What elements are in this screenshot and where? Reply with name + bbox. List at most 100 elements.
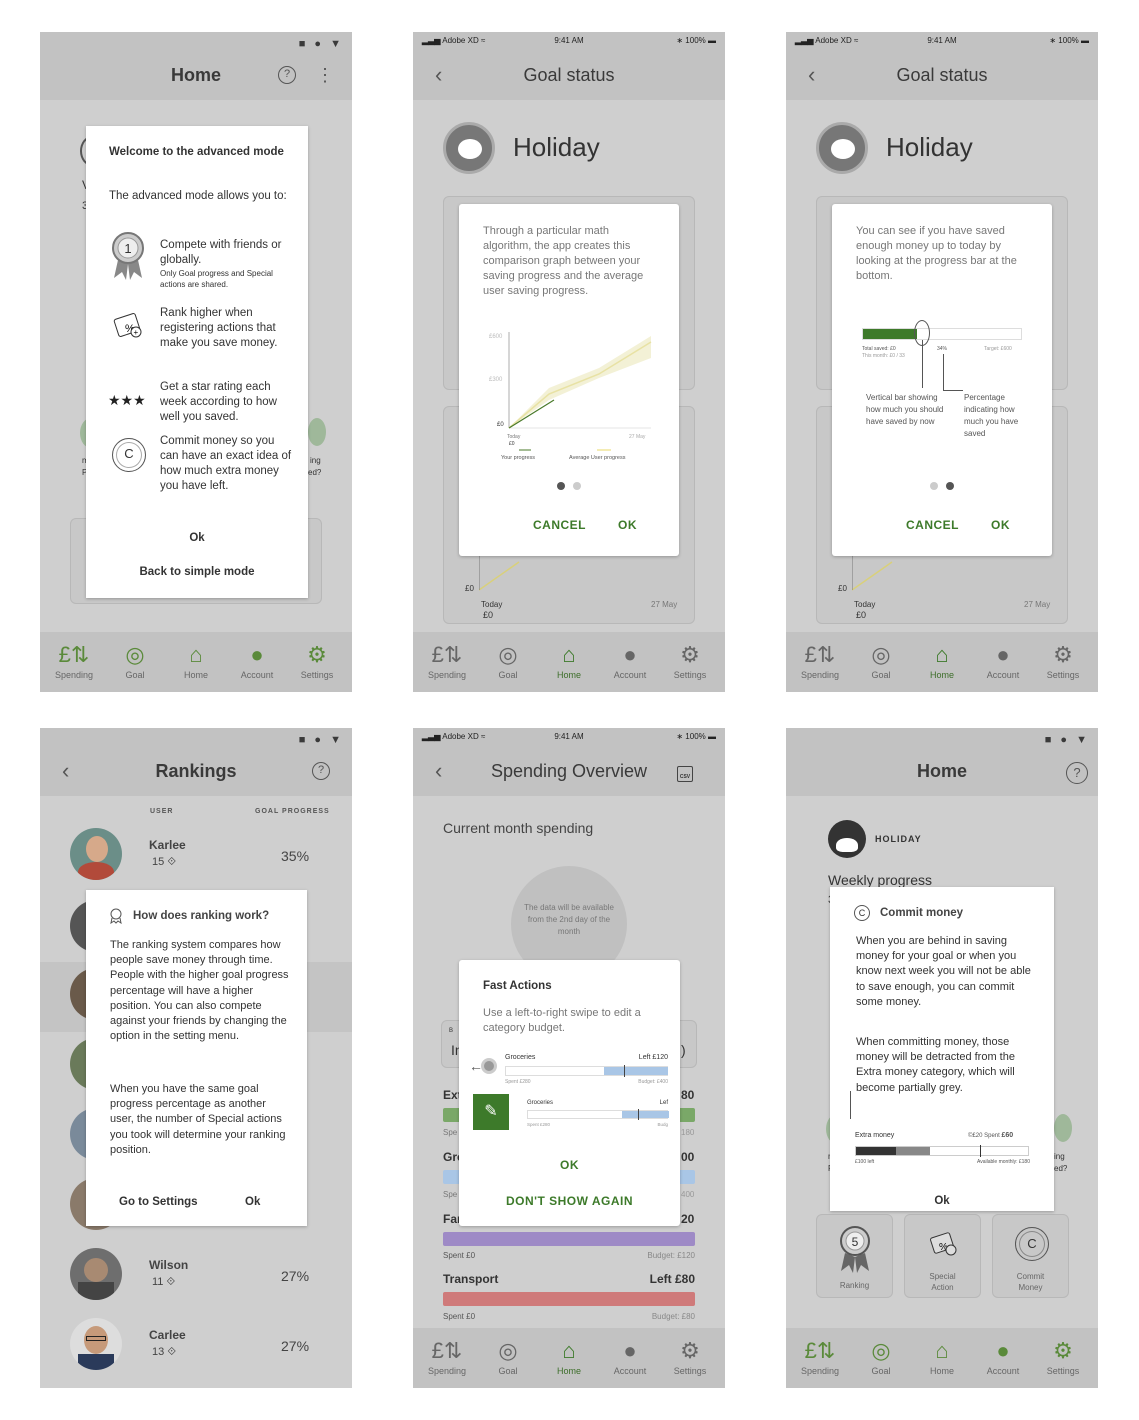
pound-icon: £⇅ [431,1338,463,1363]
more-menu-icon[interactable]: ⋮ [316,66,334,84]
budget-label: Budg [657,1122,668,1127]
commit-icon: C [1015,1227,1049,1261]
nav-spending[interactable]: £⇅ Spending [790,640,850,680]
header: ▂▃▅ Adobe XD ≈ 9:41 AM ∗ 100% ▬ ‹ Goal s… [413,32,725,100]
nav-account[interactable]: ● Account [973,640,1033,680]
table-row[interactable]: Karlee 15 ⟐ 35% [40,826,352,896]
nav-spending[interactable]: £⇅ Spending [417,640,477,680]
category-label: Groceries [505,1054,536,1061]
user-name: Carlee [149,1328,186,1342]
nav-settings[interactable]: ⚙ Settings [1033,1336,1093,1376]
ok-button[interactable]: Ok [830,1195,1054,1207]
category-bar[interactable] [443,1232,695,1246]
total-saved-label: Total saved: £0 [862,346,896,352]
nav-home[interactable]: ⌂ Home [912,640,972,680]
user-name: Karlee [149,838,186,852]
extra-money-bar[interactable] [855,1145,1029,1157]
no-data-text: The data will be available from the 2nd … [524,903,614,936]
ok-button[interactable]: Ok [245,1196,260,1208]
ok-button[interactable]: Ok [86,532,308,544]
nav-spending[interactable]: £⇅ Spending [44,640,104,680]
ok-button[interactable]: OK [618,518,637,532]
bg-text: B [449,1028,454,1034]
modal-heading: Welcome to the advanced mode [109,146,284,158]
person-icon: ● [623,1338,637,1363]
bottom-nav: £⇅ Spending ◎ Goal ⌂ Home ● Account ⚙ Setting… [786,632,1098,692]
comparison-chart: £600 £300 £0 Today £0 27 May Your progre… [489,332,652,461]
svg-text:5: 5 [852,1235,859,1249]
nav-home[interactable]: ⌂ Home [912,1336,972,1376]
nav-account[interactable]: ● Account [227,640,287,680]
gear-icon: ⚙ [307,642,327,667]
special-action-card[interactable]: % Special Action [904,1214,981,1298]
category-bar[interactable] [505,1065,668,1077]
dont-show-again-button[interactable]: DON'T SHOW AGAIN [459,1194,680,1208]
medal-icon: 5 [840,1226,870,1273]
nav-goal[interactable]: ◎ Goal [478,1336,538,1376]
category-bar[interactable] [527,1109,669,1120]
bg-text: ed? [1054,1164,1068,1173]
percentage-label: Percentage indicating how much you have … [964,393,1019,438]
table-row[interactable]: Wilson 11 ⟐ 27% [40,1246,352,1316]
target-icon: ◎ [498,642,518,667]
phone-rankings: ■ ● ▼ ‹ Rankings ? USER GOAL PROGRESS Ka… [40,728,352,1388]
pound-icon: £⇅ [804,642,836,667]
nav-settings[interactable]: ⚙ Settings [1033,640,1093,680]
feature-note: Only Goal progress and Special actions a… [160,269,273,289]
table-row[interactable]: Carlee 13 ⟐ 27% [40,1316,352,1386]
ranking-card[interactable]: 5 Ranking [816,1214,893,1298]
card-label: Ranking [839,1281,870,1290]
available-label: Available monthly: £180 [977,1159,1030,1165]
nav-settings[interactable]: ⚙ Settings [660,640,720,680]
page-title: Rankings [155,761,237,781]
nav-goal[interactable]: ◎ Goal [105,640,165,680]
nav-account[interactable]: ● Account [973,1336,1033,1376]
nav-account[interactable]: ● Account [600,640,660,680]
cancel-button[interactable]: CANCEL [906,518,959,532]
spent-label: Spent £0 [443,1251,476,1260]
nav-home[interactable]: ⌂ Home [539,640,599,680]
page-dot-active[interactable] [946,482,954,490]
help-icon[interactable]: ? [278,66,296,84]
bg-text: ing [1054,1152,1065,1161]
edit-icon[interactable]: ✎ [473,1094,509,1130]
csv-export-icon[interactable]: CSV [677,766,693,782]
category-label: Transport [443,1272,499,1286]
nav-home[interactable]: ⌂ Home [166,640,226,680]
nav-spending[interactable]: £⇅ Spending [790,1336,850,1376]
person-icon: ● [623,642,637,667]
help-icon[interactable]: ? [1066,762,1088,784]
nav-goal[interactable]: ◎ Goal [851,1336,911,1376]
progress-bar [862,328,1022,340]
bg-axis-label: £0 [465,584,474,593]
go-to-settings-button[interactable]: Go to Settings [119,1196,198,1208]
ranking-info-modal: How does ranking work? The ranking syste… [86,890,307,1226]
nav-goal[interactable]: ◎ Goal [478,640,538,680]
modal-heading: Fast Actions [483,980,552,992]
ok-button[interactable]: OK [991,518,1010,532]
page-dot-active[interactable] [557,482,565,490]
nav-account[interactable]: ● Account [600,1336,660,1376]
status-bar: ▂▃▅ Adobe XD ≈ 9:41 AM ∗ 100% ▬ [422,36,716,45]
goal-percent: 27% [281,1268,310,1284]
cancel-button[interactable]: CANCEL [533,518,586,532]
help-icon[interactable]: ? [312,762,330,780]
spent-label: Spent [984,1133,1000,1139]
modal-heading: How does ranking work? [133,910,270,922]
nav-settings[interactable]: ⚙ Settings [287,640,347,680]
page-dot[interactable] [930,482,938,490]
left-label: £100 left [855,1159,875,1165]
back-to-simple-button[interactable]: Back to simple mode [86,566,308,578]
nav-home[interactable]: ⌂ Home [539,1336,599,1376]
category-left: 00 [681,1150,695,1164]
category-left: 20 [681,1212,695,1226]
target-icon: ◎ [498,1338,518,1363]
nav-spending[interactable]: £⇅ Spending [417,1336,477,1376]
commit-money-card[interactable]: C Commit Money [992,1214,1069,1298]
ok-button[interactable]: OK [459,1158,680,1172]
card-label: Commit Money [1016,1272,1045,1292]
nav-settings[interactable]: ⚙ Settings [660,1336,720,1376]
page-dot[interactable] [573,482,581,490]
nav-goal[interactable]: ◎ Goal [851,640,911,680]
category-bar[interactable] [443,1292,695,1306]
